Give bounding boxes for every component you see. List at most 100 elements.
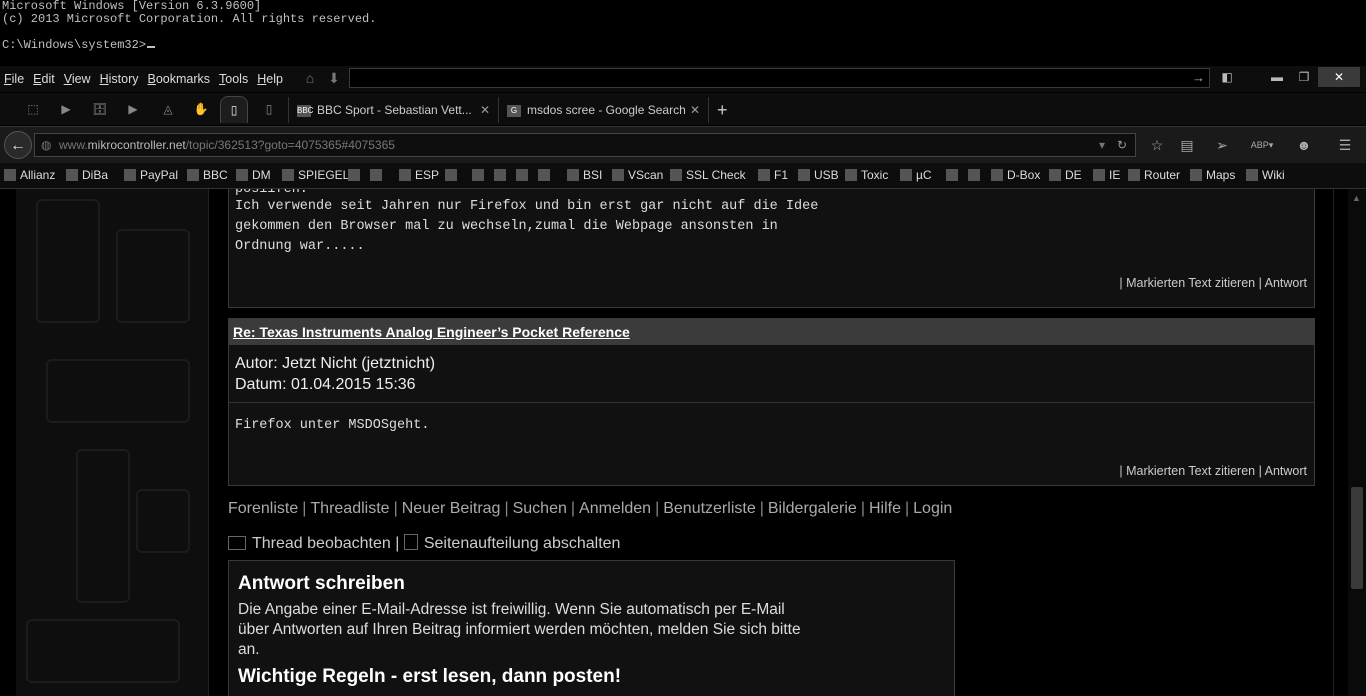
- bookmarks-toolbar: Allianz DiBa PayPal BBC DM SPIEGEL ESP B…: [0, 163, 1366, 189]
- menu-history[interactable]: History: [100, 72, 139, 86]
- bookmark-chip-icon[interactable]: [968, 168, 984, 182]
- bookmark-swirl-icon[interactable]: [494, 168, 510, 182]
- forum-post: posiifen. Ich verwende seit Jahren nur Fi…: [228, 189, 1315, 308]
- bookmark-youtube-icon[interactable]: [370, 168, 386, 182]
- tab-label: msdos scree - Google Search: [527, 103, 686, 117]
- minimize-button[interactable]: ▬: [1262, 67, 1292, 87]
- bookmark-uc[interactable]: µC: [900, 168, 932, 182]
- console-line: (c) 2013 Microsoft Corporation. All righ…: [2, 12, 377, 26]
- scroll-up-icon[interactable]: ▲: [1352, 193, 1361, 203]
- pinned-tab-chip-icon[interactable]: ◬: [155, 99, 181, 119]
- bookmark-link-icon[interactable]: [445, 168, 461, 182]
- reply-info: Die Angabe einer E-Mail-Adresse ist frei…: [238, 601, 801, 658]
- url-path: /topic/362513?goto=4075365#4075365: [185, 138, 395, 152]
- back-button[interactable]: ←: [4, 131, 32, 159]
- bookmark-maps[interactable]: Maps: [1190, 168, 1235, 182]
- pinned-tab-briefcase-icon[interactable]: 🗄: [87, 99, 113, 119]
- pinned-tab-video-icon[interactable]: ▶: [120, 99, 146, 119]
- maximize-button[interactable]: ❐: [1289, 67, 1319, 87]
- search-input[interactable]: →: [349, 68, 1210, 88]
- search-go-icon[interactable]: →: [1192, 70, 1205, 85]
- bookmark-router[interactable]: Router: [1128, 168, 1180, 182]
- bookmark-ssl-check[interactable]: SSL Check: [670, 168, 746, 182]
- menu-hamburger-icon[interactable]: ☰: [1335, 136, 1355, 154]
- pinned-tab-mikrocontroller2-icon[interactable]: ▯: [256, 99, 282, 119]
- page-scrollbar[interactable]: ▲: [1348, 189, 1366, 696]
- tab-google-search[interactable]: Gmsdos scree - Google Search ✕: [498, 97, 708, 123]
- bookmark-spiegel[interactable]: SPIEGEL: [282, 168, 349, 182]
- bookmark-wiki[interactable]: Wiki: [1246, 168, 1285, 182]
- pinned-tab-youtube-icon[interactable]: ▶: [53, 99, 79, 119]
- console-window: Microsoft Windows [Version 6.3.9600] (c)…: [0, 0, 1366, 64]
- link-login[interactable]: Login: [913, 500, 952, 517]
- forum-navigation: Forenliste | Threadliste | Neuer Beitrag | Suc…: [228, 500, 953, 517]
- menu-tools[interactable]: Tools: [219, 72, 248, 86]
- tab-bbc-sport[interactable]: BBC BBC Sport - Sebastian Vett... ✕: [288, 97, 498, 123]
- link-bildergalerie[interactable]: Bildergalerie: [768, 500, 857, 517]
- url-input[interactable]: ◍ www.mikrocontroller.net/topic/362513?g…: [34, 133, 1136, 157]
- bookmark-camera-icon[interactable]: [516, 168, 532, 182]
- bookmark-esp[interactable]: ESP: [399, 168, 439, 182]
- home-icon[interactable]: ⌂: [300, 70, 320, 88]
- thread-options: Thread beobachten | Seitenaufteilung abs…: [228, 534, 620, 553]
- pinned-tab-blank-icon[interactable]: ⬚: [20, 99, 46, 119]
- dropdown-icon[interactable]: ▾: [1099, 134, 1105, 156]
- bookmark-star-icon[interactable]: ☆: [1147, 136, 1167, 154]
- reply-box: Antwort schreiben Die Angabe einer E-Mai…: [228, 560, 955, 696]
- watch-thread-link[interactable]: Thread beobachten: [252, 535, 391, 552]
- bookmark-bbc[interactable]: BBC: [187, 168, 228, 182]
- bookmark-allianz[interactable]: Allianz: [4, 168, 55, 182]
- bookmark-it-icon[interactable]: [472, 168, 488, 182]
- chat-icon[interactable]: ☻: [1294, 136, 1314, 154]
- bookmark-paypal[interactable]: PayPal: [124, 168, 178, 182]
- bookmark-via-icon[interactable]: [348, 168, 364, 182]
- bookmark-dbox[interactable]: D-Box: [991, 168, 1040, 182]
- console-prompt[interactable]: C:\Windows\system32>: [2, 39, 1364, 52]
- paging-toggle-link[interactable]: Seitenaufteilung abschalten: [424, 535, 621, 552]
- link-suchen[interactable]: Suchen: [513, 500, 567, 517]
- link-anmelden[interactable]: Anmelden: [579, 500, 651, 517]
- page-viewport: ▲ posiifen. Ich verwende seit Jahren nur …: [0, 189, 1366, 696]
- bookmark-bsi[interactable]: BSI: [567, 168, 602, 182]
- reading-list-icon[interactable]: ▤: [1177, 136, 1197, 154]
- download-icon[interactable]: ⬇: [324, 70, 344, 88]
- menu-help[interactable]: Help: [257, 72, 283, 86]
- bookmark-toxic[interactable]: Toxic: [845, 168, 888, 182]
- new-tab-button[interactable]: +: [708, 97, 742, 123]
- bookmark-usb[interactable]: USB: [798, 168, 839, 182]
- post-date: Datum: 01.04.2015 15:36: [235, 376, 416, 393]
- bookmark-f1[interactable]: F1: [758, 168, 788, 182]
- menu-view[interactable]: View: [64, 72, 91, 86]
- link-benutzerliste[interactable]: Benutzerliste: [663, 500, 756, 517]
- menu-file[interactable]: File: [4, 72, 24, 86]
- bookmark-mask-icon[interactable]: [946, 168, 962, 182]
- bookmark-ie[interactable]: IE: [1093, 168, 1120, 182]
- bookmark-diba[interactable]: DiBa: [66, 168, 108, 182]
- account-icon[interactable]: ◧: [1212, 67, 1242, 87]
- link-hilfe[interactable]: Hilfe: [869, 500, 901, 517]
- bookmark-vscan[interactable]: VScan: [612, 168, 663, 182]
- rules-heading[interactable]: Wichtige Regeln - erst lesen, dann poste…: [238, 666, 945, 688]
- pinned-tab-mikrocontroller-icon[interactable]: ▯: [220, 96, 248, 123]
- menu-edit[interactable]: Edit: [33, 72, 55, 86]
- menu-bookmarks[interactable]: Bookmarks: [148, 72, 211, 86]
- tab-label: BBC Sport - Sebastian Vett...: [317, 103, 472, 117]
- url-prefix: www.: [59, 138, 88, 152]
- close-tab-icon[interactable]: ✕: [690, 97, 700, 123]
- post-actions[interactable]: | Markierten Text zitieren | Antwort: [1119, 276, 1307, 290]
- close-button[interactable]: ✕: [1318, 67, 1360, 87]
- link-threadliste[interactable]: Threadliste: [310, 500, 389, 517]
- send-icon[interactable]: ➢: [1212, 136, 1232, 154]
- reload-icon[interactable]: ↻: [1117, 134, 1127, 156]
- bookmark-disc-icon[interactable]: [538, 168, 554, 182]
- bookmark-de[interactable]: DE: [1049, 168, 1082, 182]
- post-subject-link[interactable]: Re: Texas Instruments Analog Engineer’s …: [229, 319, 1314, 345]
- close-tab-icon[interactable]: ✕: [480, 97, 490, 123]
- link-neuer-beitrag[interactable]: Neuer Beitrag: [402, 500, 501, 517]
- post-actions[interactable]: | Markierten Text zitieren | Antwort: [1119, 464, 1307, 478]
- adblock-icon[interactable]: ABP▾: [1248, 136, 1276, 154]
- scrollbar-thumb[interactable]: [1351, 487, 1363, 589]
- link-forenliste[interactable]: Forenliste: [228, 500, 298, 517]
- pinned-tab-tool-icon[interactable]: ✋: [188, 99, 214, 119]
- bookmark-dm[interactable]: DM: [236, 168, 271, 182]
